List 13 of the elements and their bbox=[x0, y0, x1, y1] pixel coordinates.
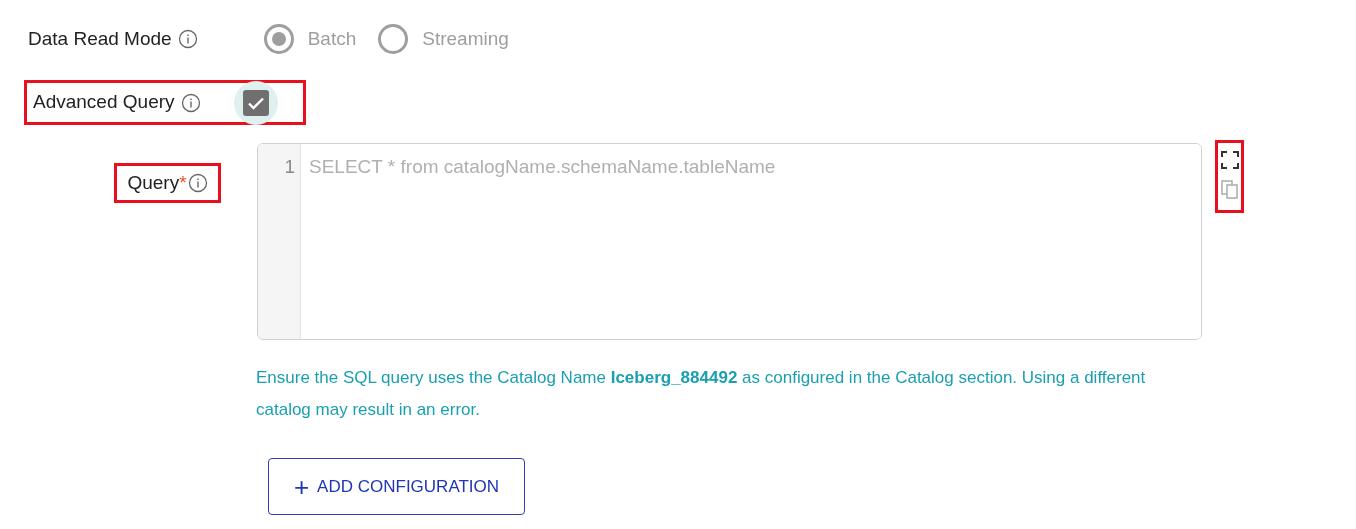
info-icon[interactable] bbox=[180, 92, 201, 113]
line-number: 1 bbox=[284, 155, 295, 179]
required-mark: * bbox=[179, 170, 187, 195]
info-icon[interactable] bbox=[187, 173, 208, 193]
info-icon[interactable] bbox=[177, 29, 198, 49]
code-editor[interactable]: 1 SELECT * from catalogName.schemaName.tableName bbox=[257, 143, 1202, 340]
field-label: Query bbox=[127, 170, 180, 195]
checkbox[interactable] bbox=[233, 80, 278, 125]
fullscreen-icon[interactable] bbox=[1219, 150, 1240, 170]
field-label: Advanced Query bbox=[33, 90, 175, 115]
help-text: Ensure the SQL query uses the Catalog Name Iceberg_884492 as configured in the Catalog section. Using a different catalog may result in an error. bbox=[256, 367, 1147, 421]
add-configuration-button[interactable]: + ADD CONFIGURATION bbox=[268, 458, 525, 515]
field-label: Data Read Mode bbox=[28, 26, 172, 51]
